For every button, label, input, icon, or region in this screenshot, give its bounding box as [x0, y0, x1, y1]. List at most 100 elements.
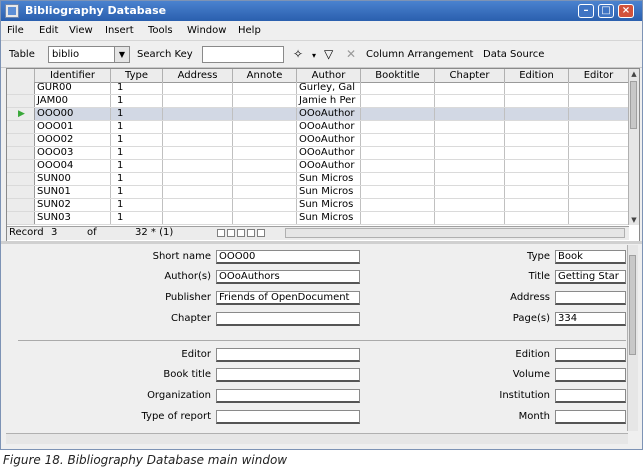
column-header[interactable]: Booktitle	[361, 69, 435, 82]
table-cell[interactable]	[435, 82, 505, 94]
scroll-down-icon[interactable]: ▼	[629, 215, 639, 225]
table-row[interactable]: OOO03 1 OOoAuthor	[7, 147, 629, 160]
table-cell[interactable]: 1	[111, 186, 163, 198]
table-cell[interactable]	[361, 147, 435, 159]
table-cell[interactable]: Sun Micros	[297, 186, 361, 198]
table-cell[interactable]: JAM00	[35, 95, 111, 107]
form-field[interactable]	[555, 389, 626, 403]
table-cell[interactable]	[435, 212, 505, 224]
form-field[interactable]	[216, 389, 360, 403]
row-header[interactable]	[7, 95, 35, 107]
table-cell[interactable]	[233, 212, 297, 224]
form-horizontal-scrollbar[interactable]	[6, 433, 628, 444]
table-cell[interactable]	[569, 95, 629, 107]
table-cell[interactable]	[163, 121, 233, 133]
table-cell[interactable]	[163, 134, 233, 146]
table-cell[interactable]	[163, 95, 233, 107]
table-cell[interactable]	[569, 134, 629, 146]
form-field[interactable]	[555, 410, 626, 424]
table-cell[interactable]: GUR00	[35, 82, 111, 94]
table-cell[interactable]	[569, 160, 629, 172]
table-cell[interactable]	[569, 186, 629, 198]
table-row[interactable]: SUN02 1 Sun Micros	[7, 199, 629, 212]
row-header[interactable]	[7, 186, 35, 198]
form-field[interactable]	[555, 368, 626, 382]
table-cell[interactable]: Sun Micros	[297, 173, 361, 185]
form-field[interactable]	[216, 410, 360, 424]
table-cell[interactable]: 1	[111, 173, 163, 185]
row-header[interactable]: ▶	[7, 108, 35, 120]
table-cell[interactable]	[361, 212, 435, 224]
standard-filter-icon[interactable]: ▽	[324, 47, 333, 61]
form-field[interactable]	[216, 312, 360, 326]
new-record-button[interactable]	[257, 229, 265, 237]
table-cell[interactable]	[361, 160, 435, 172]
menu-help[interactable]: Help	[238, 25, 261, 36]
table-cell[interactable]: SUN03	[35, 212, 111, 224]
table-cell[interactable]: 1	[111, 121, 163, 133]
table-cell[interactable]	[233, 199, 297, 211]
form-field[interactable]	[216, 368, 360, 382]
table-cell[interactable]	[361, 134, 435, 146]
table-cell[interactable]: OOoAuthor	[297, 147, 361, 159]
scroll-up-icon[interactable]: ▲	[629, 69, 639, 79]
search-key-input[interactable]	[202, 46, 284, 63]
column-header[interactable]: Chapter	[435, 69, 505, 82]
row-header[interactable]	[7, 173, 35, 185]
row-header[interactable]	[7, 147, 35, 159]
table-cell[interactable]	[435, 199, 505, 211]
form-field[interactable]	[216, 348, 360, 362]
table-cell[interactable]	[361, 186, 435, 198]
menu-file[interactable]: File	[7, 25, 24, 36]
column-header[interactable]: Type	[111, 69, 163, 82]
minimize-button[interactable]: –	[578, 4, 594, 18]
first-record-button[interactable]	[217, 229, 225, 237]
table-row[interactable]: OOO02 1 OOoAuthor	[7, 134, 629, 147]
table-cell[interactable]: 1	[111, 160, 163, 172]
table-cell[interactable]	[361, 173, 435, 185]
menu-insert[interactable]: Insert	[105, 25, 134, 36]
table-cell[interactable]	[435, 147, 505, 159]
table-cell[interactable]: 1	[111, 95, 163, 107]
filter-dropdown-icon[interactable]: ▾	[312, 51, 316, 60]
table-cell[interactable]	[505, 82, 569, 94]
table-row[interactable]: GUR00 1 Gurley, Gal	[7, 82, 629, 95]
next-record-button[interactable]	[237, 229, 245, 237]
menu-edit[interactable]: Edit	[39, 25, 58, 36]
table-cell[interactable]	[569, 147, 629, 159]
data-source-button[interactable]: Data Source	[483, 49, 544, 60]
table-cell[interactable]	[233, 186, 297, 198]
table-cell[interactable]: OOoAuthor	[297, 160, 361, 172]
maximize-button[interactable]: □	[598, 4, 614, 18]
column-header[interactable]: Editor	[569, 69, 629, 82]
table-cell[interactable]	[569, 121, 629, 133]
table-horizontal-scrollbar[interactable]	[285, 228, 625, 238]
table-cell[interactable]	[163, 82, 233, 94]
table-cell[interactable]	[505, 173, 569, 185]
column-arrangement-button[interactable]: Column Arrangement	[366, 49, 473, 60]
table-cell[interactable]	[163, 108, 233, 120]
row-header[interactable]	[7, 82, 35, 94]
table-cell[interactable]	[361, 108, 435, 120]
table-cell[interactable]	[505, 95, 569, 107]
table-cell[interactable]: 1	[111, 199, 163, 211]
table-cell[interactable]: OOoAuthor	[297, 108, 361, 120]
table-cell[interactable]: Gurley, Gal	[297, 82, 361, 94]
table-cell[interactable]: OOO00	[35, 108, 111, 120]
table-cell[interactable]	[233, 121, 297, 133]
form-field[interactable]: 334	[555, 312, 626, 326]
table-cell[interactable]	[163, 199, 233, 211]
column-header[interactable]: Identifier	[35, 69, 111, 82]
previous-record-button[interactable]	[227, 229, 235, 237]
table-cell[interactable]: OOO01	[35, 121, 111, 133]
table-cell[interactable]	[435, 108, 505, 120]
row-header[interactable]	[7, 121, 35, 133]
table-cell[interactable]: OOO03	[35, 147, 111, 159]
table-cell[interactable]	[233, 82, 297, 94]
column-header[interactable]: Author	[297, 69, 361, 82]
table-cell[interactable]	[505, 147, 569, 159]
table-cell[interactable]	[163, 173, 233, 185]
table-cell[interactable]: 1	[111, 82, 163, 94]
table-cell[interactable]	[163, 147, 233, 159]
table-cell[interactable]	[233, 173, 297, 185]
